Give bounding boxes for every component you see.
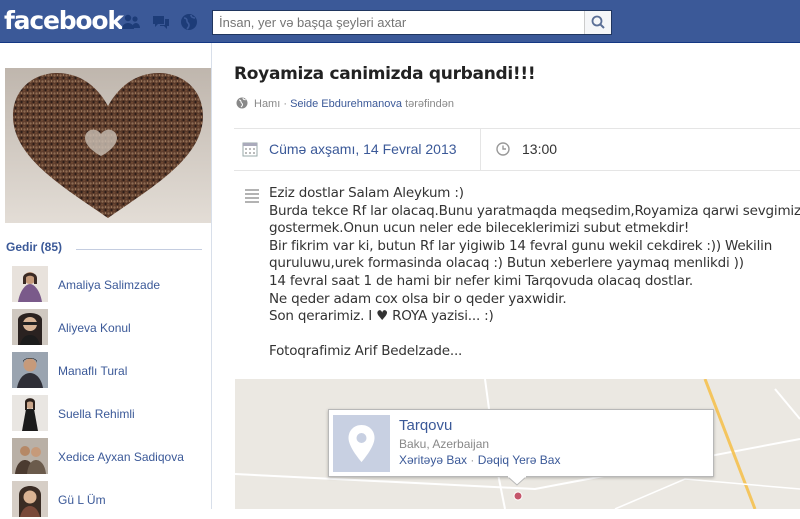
divider (76, 249, 202, 250)
friend-name[interactable]: Aliyeva Konul (58, 321, 131, 335)
facebook-logo[interactable]: facebook (4, 7, 124, 35)
event-cover-photo[interactable] (5, 68, 211, 223)
view-map-link[interactable]: Xəritəyə Bax (399, 453, 467, 467)
search-icon (591, 15, 605, 29)
search-input[interactable] (213, 11, 585, 34)
map-pin-icon (333, 415, 390, 472)
event-time: 13:00 (496, 140, 616, 160)
host-link[interactable]: Seide Ebdurehmanova (290, 98, 402, 110)
friend-item[interactable]: Gü L Üm (12, 481, 207, 519)
description-line: 14 fevral saat 1 de hami bir nefer kimi … (269, 272, 694, 289)
avatar[interactable] (12, 395, 48, 431)
friend-name[interactable]: Xedice Ayxan Sadiqova (58, 450, 184, 464)
location-map[interactable]: Tarqovu Baku, Azerbaijan Xəritəyə Bax · … (235, 379, 800, 509)
friend-item[interactable]: Suella Rehimli (12, 395, 207, 433)
avatar[interactable] (12, 481, 48, 517)
friend-item[interactable]: Amaliya Salimzade (12, 266, 207, 304)
going-count-label[interactable]: Gedir (85) (6, 240, 62, 254)
friend-name[interactable]: Gü L Üm (58, 493, 106, 507)
description-line: Ne qeder adam cox olsa bir o qeder yaxwi… (269, 290, 567, 307)
top-bar: facebook (0, 0, 800, 43)
description-line (269, 326, 797, 344)
avatar[interactable] (12, 352, 48, 388)
event-date-text[interactable]: Cümə axşamı, 14 Fevral 2013 (269, 141, 457, 157)
host-by-label: tərəfindən (405, 98, 454, 110)
friend-item[interactable]: Xedice Ayxan Sadiqova (12, 438, 207, 476)
avatar[interactable] (12, 309, 48, 345)
avatar[interactable] (12, 266, 48, 302)
clock-icon (496, 142, 510, 156)
privacy-label[interactable]: Hamı (254, 98, 280, 110)
globe-icon (236, 97, 248, 112)
event-date[interactable]: Cümə axşamı, 14 Fevral 2013 (242, 140, 482, 160)
event-description: Eziz dostlar Salam Aleykum :) Burda tekc… (269, 185, 800, 361)
friend-name[interactable]: Manaflı Tural (58, 364, 127, 378)
event-title: Royamiza canimizda qurbandi!!! (234, 64, 536, 84)
divider (234, 170, 800, 171)
event-meta: Hamı · Seide Ebdurehmanova tərəfindən (236, 97, 454, 112)
divider (480, 129, 481, 170)
friend-name[interactable]: Amaliya Salimzade (58, 278, 160, 292)
divider (234, 128, 800, 129)
location-name[interactable]: Tarqovu (399, 417, 452, 434)
avatar[interactable] (12, 438, 48, 474)
search-button[interactable] (584, 11, 611, 34)
messages-icon[interactable] (151, 13, 171, 31)
location-address: Baku, Azerbaijan (399, 437, 490, 451)
description-line: Eziz dostlar Salam Aleykum :) (269, 185, 464, 201)
friend-name[interactable]: Suella Rehimli (58, 407, 135, 421)
location-card: Tarqovu Baku, Azerbaijan Xəritəyə Bax · … (328, 409, 714, 477)
event-time-text: 13:00 (522, 141, 558, 157)
left-sidebar: Gedir (85) Amaliya Salimzade Aliyeva Kon… (0, 43, 212, 517)
calendar-icon (242, 142, 258, 157)
card-pointer (507, 476, 527, 486)
friend-requests-icon[interactable] (121, 13, 141, 31)
link-separator: · (470, 453, 475, 467)
description-line: gostermek.Onun ucun neler ede bilecekler… (269, 220, 690, 237)
notifications-globe-icon[interactable] (179, 13, 199, 31)
description-lines-icon (245, 189, 259, 210)
description-line: Bir fikrim var ki, butun Rf lar yigiwib … (269, 237, 773, 254)
search-box (212, 10, 612, 35)
location-links: Xəritəyə Bax · Dəqiq Yerə Bax (399, 453, 560, 467)
description-line: Fotoqrafimiz Arif Bedelzade... (269, 343, 463, 360)
description-line: Son qerarimiz. I ♥ ROYA yazisi... :) (269, 308, 494, 325)
meta-separator: · (283, 98, 288, 110)
view-exact-location-link[interactable]: Dəqiq Yerə Bax (478, 453, 561, 467)
location-marker[interactable] (513, 491, 523, 501)
description-line: Burda tekce Rf lar olacaq.Bunu yaratmaqd… (269, 202, 800, 219)
event-main: Royamiza canimizda qurbandi!!! Hamı · Se… (212, 43, 800, 509)
description-line: quruluwu,urek formasinda olacaq :) Butun… (269, 255, 744, 272)
friend-item[interactable]: Manaflı Tural (12, 352, 207, 390)
friend-item[interactable]: Aliyeva Konul (12, 309, 207, 347)
